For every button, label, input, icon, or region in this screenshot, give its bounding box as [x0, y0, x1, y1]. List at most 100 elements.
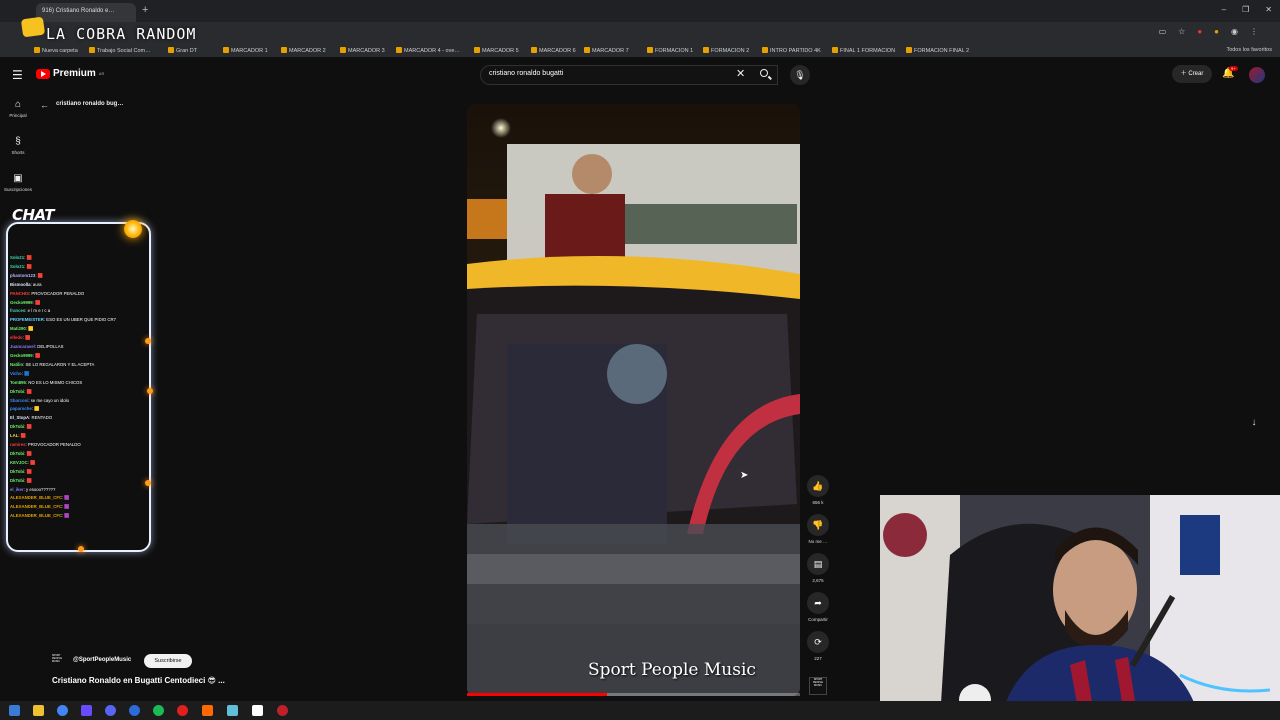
dislike-button[interactable]: 👎 No me … — [806, 514, 830, 544]
chat-text: : 🟨 — [25, 326, 34, 332]
next-video-arrow-icon[interactable]: ↓ — [1244, 413, 1264, 433]
thumbs-down-icon: 👎 — [807, 514, 829, 536]
chat-text: : 🟥 — [24, 468, 32, 474]
nav-label: Shorts — [11, 150, 25, 155]
all-favorites[interactable]: Todos los favoritos — [1226, 47, 1272, 53]
chat-message: ALEXANDER_BLUE_CFC: 🟪 — [10, 503, 148, 512]
channel-name[interactable]: @SportPeopleMusic — [73, 657, 131, 663]
extension-icon[interactable]: ● — [1214, 27, 1219, 36]
channel-mini-logo[interactable]: SPORT PEOPLE MUSIC — [809, 677, 827, 695]
bookmark-label: MARCADOR 3 — [348, 48, 385, 54]
video-player[interactable] — [467, 104, 800, 696]
nav-item-suscripciones[interactable]: ▣ Suscripciones — [2, 173, 34, 192]
profile-icon[interactable]: ◉ — [1231, 27, 1238, 36]
spotify-icon[interactable] — [153, 705, 164, 716]
hamburger-menu-icon[interactable]: ☰ — [12, 68, 23, 82]
stream-logo-icon — [20, 16, 46, 38]
window-controls: – ❐ ✕ — [1222, 5, 1272, 14]
chat-message: DkTobi: 🟥 — [10, 477, 148, 486]
bookmark-item[interactable]: INTRO PARTIDO 4K — [762, 47, 821, 54]
chat-text: : 🟪 — [62, 495, 70, 501]
bookmark-label: MARCADOR 1 — [231, 48, 268, 54]
discord-icon[interactable] — [105, 705, 116, 716]
create-button[interactable]: ＋ Crear — [1172, 65, 1212, 83]
video-title[interactable]: Cristiano Ronaldo en Bugatti Centodieci … — [52, 676, 225, 685]
file-explorer-icon[interactable] — [33, 705, 44, 716]
shorts-icon: § — [15, 136, 21, 147]
nav-item-principal[interactable]: ⌂ Principal — [2, 99, 34, 118]
edge-icon[interactable] — [129, 705, 140, 716]
dislike-label: No me … — [808, 539, 828, 544]
app-icon[interactable] — [252, 705, 263, 716]
youtube-logo[interactable]: Premium AR — [36, 68, 104, 79]
remix-icon: ⟳ — [807, 631, 829, 653]
app-icon[interactable] — [81, 705, 92, 716]
subscribe-button[interactable]: Suscribirse — [144, 654, 192, 668]
bookmark-item[interactable]: Nueva carpeta — [34, 47, 78, 54]
obs-icon[interactable] — [177, 705, 188, 716]
extension-icon[interactable]: ● — [1197, 27, 1202, 36]
comments-button[interactable]: ▤ 2,675 — [806, 553, 830, 583]
bookmark-item[interactable]: MARCADOR 5 — [474, 47, 519, 54]
chat-username: Juancaravel — [10, 344, 35, 350]
bookmark-label: INTRO PARTIDO 4K — [770, 48, 821, 54]
editor-icon[interactable] — [202, 705, 213, 716]
remix-button[interactable]: ⟳ 227 — [806, 631, 830, 661]
app-icon[interactable] — [277, 705, 288, 716]
webcam-image — [880, 495, 1280, 720]
bookmark-item[interactable]: MARCADOR 3 — [340, 47, 385, 54]
start-menu-icon[interactable] — [9, 705, 20, 716]
bookmark-label: Trabajo Social Com… — [97, 48, 151, 54]
glow-dot-icon — [78, 546, 84, 552]
bookmark-item[interactable]: MARCADOR 1 — [223, 47, 268, 54]
bookmark-item[interactable]: Trabajo Social Com… — [89, 47, 151, 54]
bookmark-item[interactable]: Gran DT — [168, 47, 197, 54]
bookmark-icon — [832, 47, 838, 53]
nav-item-shorts[interactable]: § Shorts — [2, 136, 34, 155]
chat-message: elfedo: 🟥 — [10, 334, 148, 343]
chat-username: Solo21 — [10, 263, 25, 269]
browser-tab[interactable]: 916) Cristiano Ronaldo e… — [36, 3, 136, 22]
star-icon[interactable]: ☆ — [1178, 27, 1185, 36]
region-label: AR — [98, 71, 105, 76]
microphone-icon[interactable]: 🎙 — [790, 65, 810, 85]
chat-username: frances — [10, 308, 26, 314]
chat-username: KEVJOC — [10, 459, 28, 465]
bookmark-item[interactable]: MARCADOR 7 — [584, 47, 629, 54]
chat-text: : 🟥 — [24, 255, 32, 260]
avatar[interactable] — [1249, 67, 1265, 83]
new-tab-button[interactable]: + — [142, 4, 148, 16]
chat-text: : 🟥 — [18, 433, 27, 439]
minimize-button[interactable]: – — [1222, 5, 1226, 14]
bookmark-item[interactable]: FINAL 1 FORMACION — [832, 47, 895, 54]
chat-message: Vicho: 🟦 — [10, 370, 148, 379]
bookmark-item[interactable]: FORMACION FINAL 2 — [906, 47, 969, 54]
more-icon[interactable]: ⋮ — [1250, 27, 1258, 36]
chat-text: : se me cayo un idolo — [28, 397, 69, 403]
chat-text: : DELIPOLLAS — [34, 344, 64, 350]
app-icon[interactable] — [227, 705, 238, 716]
search-button[interactable] — [752, 65, 778, 85]
bookmark-item[interactable]: MARCADOR 4 - ove… — [396, 47, 460, 54]
youtube-play-icon — [36, 68, 50, 79]
chat-message: DkTobi: 🟥 — [10, 423, 148, 432]
maximize-button[interactable]: ❐ — [1242, 5, 1249, 14]
like-button[interactable]: 👍 656 k — [806, 475, 830, 505]
chrome-icon[interactable] — [57, 705, 68, 716]
close-window-button[interactable]: ✕ — [1265, 5, 1272, 14]
share-button[interactable]: ➦ Compartir — [806, 592, 830, 622]
chat-text: : 🟥 — [24, 424, 32, 430]
cast-icon[interactable]: ▭ — [1159, 27, 1167, 36]
channel-logo[interactable]: SPORT PEOPLE MUSIC — [52, 654, 70, 668]
chat-message: PROFEMEISTER: ESO ES UN UBER QUE PIDIO C… — [10, 316, 148, 325]
bookmark-item[interactable]: MARCADOR 6 — [531, 47, 576, 54]
clear-search-icon[interactable]: ✕ — [736, 67, 745, 80]
chat-text: : 🟥 — [32, 352, 41, 358]
bookmark-item[interactable]: FORMACION 1 — [647, 47, 693, 54]
chat-text: : y esooo?????? — [23, 486, 56, 492]
bookmark-item[interactable]: MARCADOR 2 — [281, 47, 326, 54]
bookmark-item[interactable]: FORMACION 2 — [703, 47, 749, 54]
bookmark-label: FORMACION FINAL 2 — [914, 48, 970, 54]
back-arrow-icon[interactable]: ← — [40, 100, 49, 110]
bookmark-label: Nueva carpeta — [42, 48, 78, 54]
